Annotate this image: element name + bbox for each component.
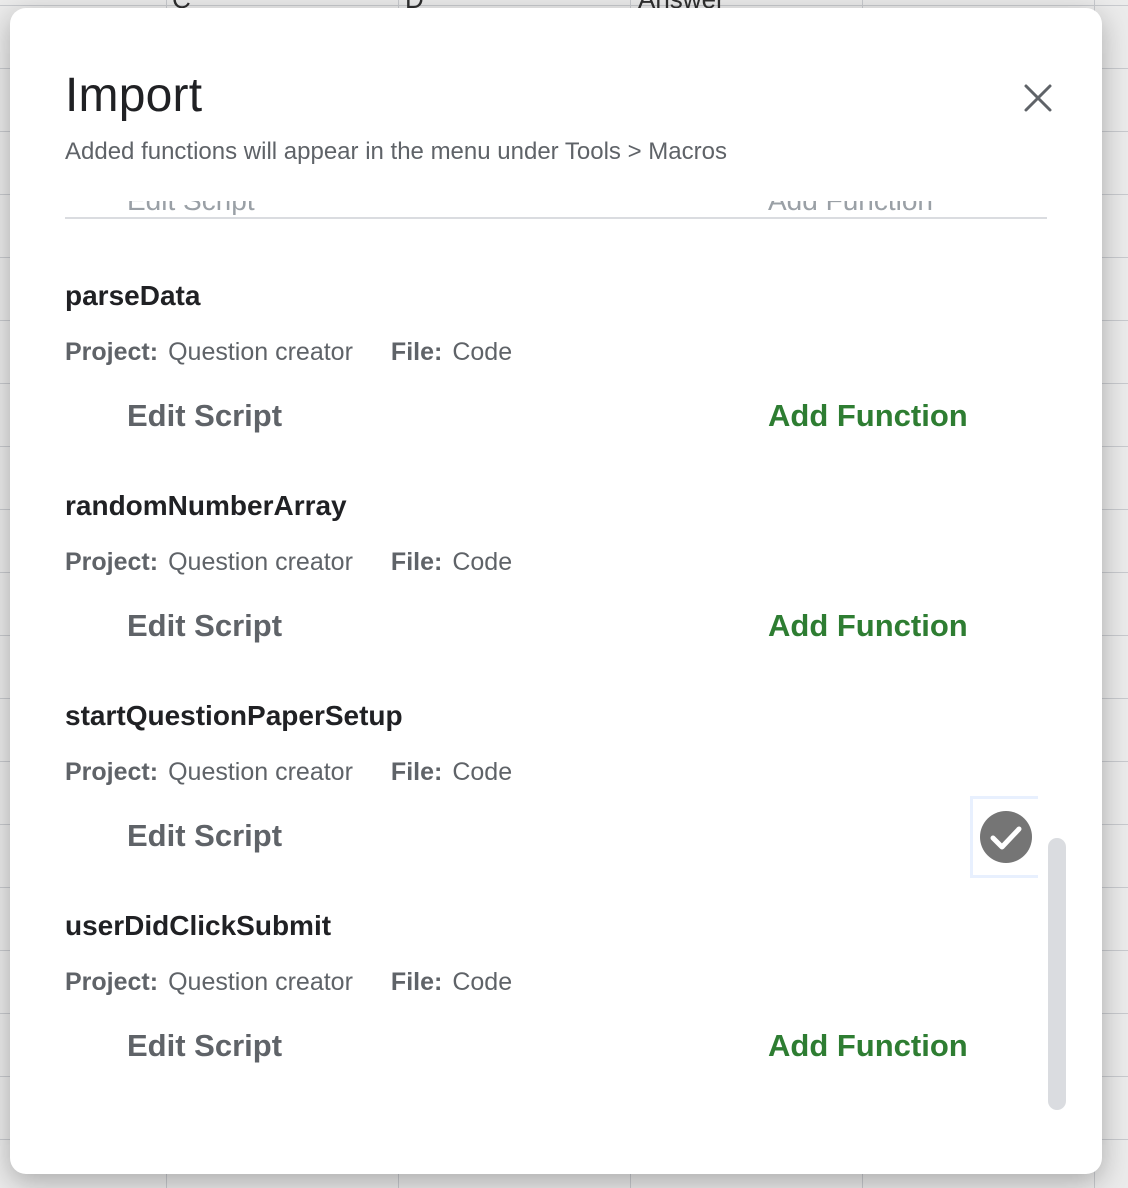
file-value: Code bbox=[452, 968, 513, 996]
function-meta: Project: Question creator File: Code bbox=[65, 968, 512, 997]
file-label: File: bbox=[390, 758, 443, 786]
added-indicator[interactable] bbox=[970, 796, 1038, 878]
function-name: parseData bbox=[65, 280, 201, 311]
project-value: Question creator bbox=[168, 968, 353, 996]
check-circle-icon bbox=[979, 811, 1032, 863]
project-label: Project: bbox=[65, 758, 159, 786]
project-label: Project: bbox=[65, 968, 159, 996]
project-value: Question creator bbox=[168, 548, 353, 576]
project-value: Question creator bbox=[168, 758, 353, 786]
file-value: Code bbox=[452, 758, 513, 786]
edit-script-button[interactable]: Edit Script bbox=[127, 1028, 282, 1064]
function-meta: Project: Question creator File: Code bbox=[65, 758, 512, 787]
function-item-user-did-click-submit: userDidClickSubmit Project: Question crea… bbox=[10, 910, 1102, 1120]
add-function-button[interactable]: Add Function bbox=[768, 1028, 968, 1064]
edit-script-button[interactable]: Edit Script bbox=[127, 818, 282, 854]
function-name: randomNumberArray bbox=[65, 490, 347, 521]
project-value: Question creator bbox=[168, 338, 353, 366]
edit-script-button[interactable]: Edit Script bbox=[127, 398, 282, 434]
file-value: Code bbox=[452, 338, 513, 366]
function-name: startQuestionPaperSetup bbox=[65, 700, 403, 731]
import-dialog: Import Added functions will appear in th… bbox=[10, 8, 1102, 1174]
function-meta: Project: Question creator File: Code bbox=[65, 548, 512, 577]
function-meta: Project: Question creator File: Code bbox=[65, 338, 512, 367]
file-label: File: bbox=[390, 548, 443, 576]
file-value: Code bbox=[452, 548, 513, 576]
function-item-parse-data: parseData Project: Question creator File: C… bbox=[10, 280, 1102, 490]
function-item-random-number-array: randomNumberArray Project: Question creat… bbox=[10, 490, 1102, 700]
function-list: parseData Project: Question creator File: C… bbox=[10, 8, 1102, 1174]
project-label: Project: bbox=[65, 338, 159, 366]
edit-script-button[interactable]: Edit Script bbox=[127, 608, 282, 644]
file-label: File: bbox=[390, 338, 443, 366]
function-item-start-question-paper-setup: startQuestionPaperSetup Project: Question… bbox=[10, 700, 1102, 910]
add-function-button[interactable]: Add Function bbox=[768, 608, 968, 644]
file-label: File: bbox=[390, 968, 443, 996]
scrollbar-thumb[interactable] bbox=[1048, 838, 1066, 1110]
project-label: Project: bbox=[65, 548, 159, 576]
add-function-button[interactable]: Add Function bbox=[768, 398, 968, 434]
function-name: userDidClickSubmit bbox=[65, 910, 332, 941]
